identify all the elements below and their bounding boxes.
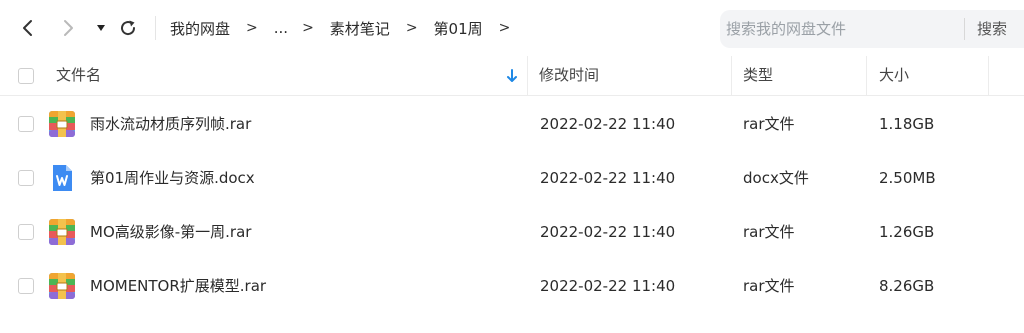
column-divider[interactable]: [988, 56, 989, 96]
nav-divider: [155, 16, 156, 40]
caret-down-icon: [97, 25, 105, 31]
back-button[interactable]: [14, 14, 42, 42]
rar-archive-icon: [49, 111, 75, 137]
file-size: 1.18GB: [879, 115, 935, 133]
column-header-type[interactable]: 类型: [743, 56, 773, 96]
chevron-right-icon: [64, 20, 73, 36]
chevron-left-icon: [23, 20, 32, 36]
file-table-header: 文件名 修改时间 类型 大小: [0, 56, 1024, 96]
breadcrumb-item-ellipsis[interactable]: ...: [274, 19, 288, 37]
history-dropdown-button[interactable]: [87, 14, 115, 42]
breadcrumb: 我的网盘 > ... > 素材笔记 > 第01周 >: [170, 0, 526, 56]
search-button[interactable]: 搜索: [977, 10, 1007, 48]
file-name[interactable]: 第01周作业与资源.docx: [90, 151, 255, 205]
file-modified-time: 2022-02-22 11:40: [540, 223, 676, 241]
breadcrumb-item-materials[interactable]: 素材笔记: [330, 18, 390, 39]
refresh-button[interactable]: [114, 14, 142, 42]
column-header-name[interactable]: 文件名: [56, 56, 101, 96]
file-name[interactable]: MOMENTOR扩展模型.rar: [90, 259, 266, 313]
refresh-icon: [121, 20, 136, 36]
navigation-bar: 我的网盘 > ... > 素材笔记 > 第01周 > 搜索: [0, 0, 1024, 56]
file-row[interactable]: MOMENTOR扩展模型.rar 2022-02-22 11:40 rar文件 …: [0, 259, 1024, 313]
row-checkbox[interactable]: [18, 224, 34, 240]
file-row[interactable]: 第01周作业与资源.docx 2022-02-22 11:40 docx文件 2…: [0, 151, 1024, 205]
file-row[interactable]: MO高级影像-第一周.rar 2022-02-22 11:40 rar文件 1.…: [0, 205, 1024, 259]
file-type: rar文件: [743, 115, 795, 133]
rar-archive-icon: [49, 219, 75, 245]
file-name[interactable]: 雨水流动材质序列帧.rar: [90, 97, 251, 151]
file-modified-time: 2022-02-22 11:40: [540, 115, 676, 133]
column-divider[interactable]: [866, 56, 867, 96]
column-header-modified[interactable]: 修改时间: [539, 56, 599, 96]
row-checkbox[interactable]: [18, 170, 34, 186]
search-input[interactable]: [726, 10, 954, 48]
column-divider[interactable]: [527, 56, 528, 96]
breadcrumb-separator: >: [498, 20, 511, 36]
file-name[interactable]: MO高级影像-第一周.rar: [90, 205, 251, 259]
breadcrumb-separator: >: [405, 20, 418, 36]
rar-archive-icon: [49, 273, 75, 299]
column-header-size[interactable]: 大小: [879, 56, 909, 96]
select-all-checkbox[interactable]: [18, 68, 34, 84]
row-checkbox[interactable]: [18, 278, 34, 294]
search-divider: [964, 18, 965, 40]
file-modified-time: 2022-02-22 11:40: [540, 277, 676, 295]
file-type: rar文件: [743, 277, 795, 295]
file-size: 1.26GB: [879, 223, 935, 241]
file-size: 8.26GB: [879, 277, 935, 295]
word-document-icon: [53, 165, 72, 191]
file-type: rar文件: [743, 223, 795, 241]
file-row[interactable]: 雨水流动材质序列帧.rar 2022-02-22 11:40 rar文件 1.1…: [0, 97, 1024, 151]
file-size: 2.50MB: [879, 169, 936, 187]
file-type: docx文件: [743, 169, 809, 187]
forward-button[interactable]: [54, 14, 82, 42]
breadcrumb-separator: >: [302, 20, 314, 36]
sort-down-arrow-icon[interactable]: [505, 68, 519, 84]
breadcrumb-separator: >: [246, 20, 258, 36]
breadcrumb-item-week01[interactable]: 第01周: [434, 18, 483, 39]
breadcrumb-item-my-drive[interactable]: 我的网盘: [170, 18, 230, 39]
file-modified-time: 2022-02-22 11:40: [540, 169, 676, 187]
row-checkbox[interactable]: [18, 116, 34, 132]
column-divider[interactable]: [731, 56, 732, 96]
search-box: 搜索: [720, 10, 1024, 48]
